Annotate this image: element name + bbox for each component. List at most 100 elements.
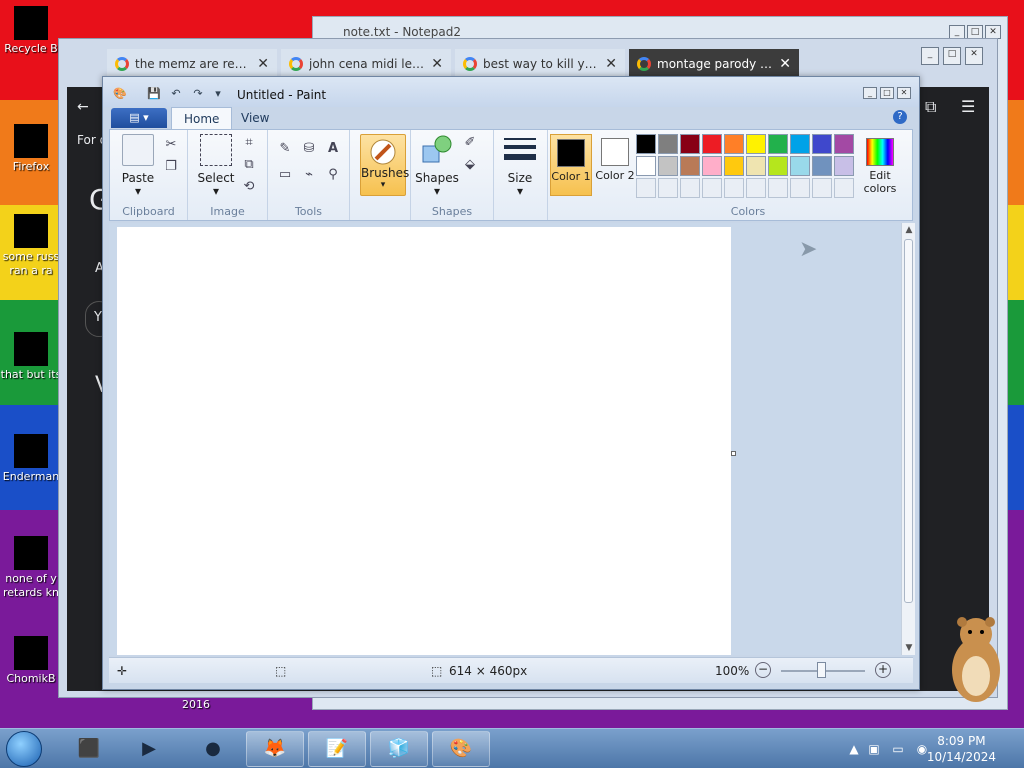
color-swatch[interactable] [702, 134, 722, 154]
help-icon[interactable]: ? [893, 110, 907, 124]
color-swatch[interactable] [768, 156, 788, 176]
paint-titlebar[interactable]: 🎨 💾 ↶ ↷ ▾ Untitled - Paint _ □ ✕ [103, 77, 919, 107]
paste-button[interactable]: Paste ▾ [116, 134, 160, 198]
custom-color-slot[interactable] [834, 178, 854, 198]
copy-icon[interactable]: ❐ [162, 158, 180, 176]
network-icon[interactable]: ▭ [890, 741, 906, 757]
custom-color-slot[interactable] [724, 178, 744, 198]
color-swatch[interactable] [658, 156, 678, 176]
minimize-icon[interactable]: _ [921, 47, 939, 65]
tray-expand-icon[interactable]: ▲ [846, 741, 862, 757]
pencil-icon[interactable]: ✎ [276, 140, 294, 158]
color-swatch[interactable] [834, 134, 854, 154]
minimize-icon[interactable]: _ [863, 87, 877, 99]
notepad-taskbar-icon[interactable]: 📝 [308, 731, 366, 767]
browser-tab[interactable]: the memz are real - G ✕ [107, 49, 277, 79]
color-swatch[interactable] [812, 134, 832, 154]
paint-menu-button[interactable]: ▤ ▾ [111, 108, 167, 128]
color-swatch[interactable] [636, 156, 656, 176]
media-player-icon[interactable]: ▶ [120, 731, 178, 767]
color-swatch[interactable] [790, 156, 810, 176]
save-icon[interactable]: 💾 [147, 87, 161, 101]
tray-app-icon[interactable]: ▣ [866, 741, 882, 757]
maximize-icon[interactable]: □ [967, 25, 983, 39]
magnifier-icon[interactable]: ⚲ [324, 166, 342, 184]
back-icon[interactable]: ← [77, 99, 89, 115]
crop-icon[interactable]: ⌗ [240, 134, 258, 152]
close-icon[interactable]: ✕ [965, 47, 983, 65]
scroll-down-icon[interactable]: ▼ [902, 641, 916, 655]
tab-home[interactable]: Home [171, 107, 233, 129]
menu-icon[interactable]: ☰ [961, 97, 975, 116]
custom-color-slot[interactable] [812, 178, 832, 198]
color2-button[interactable]: Color 2 [594, 134, 636, 196]
custom-color-slot[interactable] [702, 178, 722, 198]
custom-color-slot[interactable] [658, 178, 678, 198]
browser-tab[interactable]: best way to kill yours ✕ [455, 49, 625, 79]
custom-color-slot[interactable] [790, 178, 810, 198]
taskbar-app-icon[interactable]: ● [184, 731, 242, 767]
text-icon[interactable]: A [324, 140, 342, 158]
desktop-icon[interactable]: that but its [0, 332, 62, 382]
resize-handle[interactable] [731, 451, 736, 456]
color-swatch[interactable] [724, 134, 744, 154]
desktop-icon[interactable]: some russ ran a ra [0, 214, 62, 278]
desktop-icon[interactable]: none of y retards kn [0, 536, 62, 600]
maximize-icon[interactable]: □ [880, 87, 894, 99]
desktop-icon[interactable]: Enderman [0, 434, 62, 484]
browser-tab[interactable]: montage parody mak ✕ [629, 49, 799, 79]
cut-icon[interactable]: ✂ [162, 136, 180, 154]
scroll-thumb[interactable] [904, 239, 913, 603]
shapes-button[interactable]: Shapes ▾ [415, 134, 459, 198]
taskbar-app-icon[interactable]: ⬛ [60, 731, 118, 767]
drawing-canvas[interactable] [117, 227, 731, 655]
desktop-icon[interactable]: ChomikB [0, 636, 62, 686]
minimize-icon[interactable]: _ [949, 25, 965, 39]
select-button[interactable]: Select ▾ [194, 134, 238, 198]
start-button[interactable] [6, 731, 42, 767]
maximize-icon[interactable]: □ [943, 47, 961, 65]
paint-window[interactable]: 🎨 💾 ↶ ↷ ▾ Untitled - Paint _ □ ✕ ▤ ▾ Hom… [102, 76, 920, 690]
close-icon[interactable]: ✕ [897, 87, 911, 99]
canvas-workspace[interactable]: ➤ [109, 223, 901, 655]
resize-icon[interactable]: ⧉ [240, 156, 258, 174]
size-button[interactable]: Size ▾ [498, 134, 542, 198]
zoom-out-icon[interactable]: − [755, 662, 771, 678]
close-tab-icon[interactable]: ✕ [257, 56, 269, 72]
fill-shape-icon[interactable]: ⬙ [461, 156, 479, 174]
fill-icon[interactable]: ⛁ [300, 140, 318, 158]
custom-color-slot[interactable] [746, 178, 766, 198]
tab-view[interactable]: View [229, 107, 281, 129]
close-tab-icon[interactable]: ✕ [605, 56, 617, 72]
extensions-icon[interactable]: ⧉ [925, 97, 936, 117]
undo-icon[interactable]: ↶ [169, 87, 183, 101]
customize-quick-access-icon[interactable]: ▾ [211, 87, 225, 101]
eraser-icon[interactable]: ▭ [276, 166, 294, 184]
scroll-up-icon[interactable]: ▲ [902, 223, 916, 237]
custom-color-slot[interactable] [636, 178, 656, 198]
color-swatch[interactable] [724, 156, 744, 176]
outline-icon[interactable]: ✐ [461, 134, 479, 152]
color-swatch[interactable] [680, 134, 700, 154]
color-swatch[interactable] [746, 156, 766, 176]
color1-button[interactable]: Color 1 [550, 134, 592, 196]
paint-taskbar-icon[interactable]: 🎨 [432, 731, 490, 767]
desktop-icon[interactable]: Recycle B [0, 6, 62, 56]
custom-color-slot[interactable] [768, 178, 788, 198]
close-tab-icon[interactable]: ✕ [779, 56, 791, 72]
color-swatch[interactable] [746, 134, 766, 154]
color-swatch[interactable] [702, 156, 722, 176]
color-picker-icon[interactable]: ⌁ [300, 166, 318, 184]
custom-color-slot[interactable] [680, 178, 700, 198]
desktop-icon[interactable]: Firefox [0, 124, 62, 174]
firefox-icon[interactable]: 🦊 [246, 731, 304, 767]
color-swatch[interactable] [636, 134, 656, 154]
color-swatch[interactable] [680, 156, 700, 176]
redo-icon[interactable]: ↷ [191, 87, 205, 101]
edit-colors-button[interactable]: Edit colors [858, 134, 902, 196]
color-swatch[interactable] [768, 134, 788, 154]
taskbar-app-icon[interactable]: 🧊 [370, 731, 428, 767]
color-swatch[interactable] [834, 156, 854, 176]
close-icon[interactable]: ✕ [985, 25, 1001, 39]
rotate-icon[interactable]: ⟲ [240, 178, 258, 196]
